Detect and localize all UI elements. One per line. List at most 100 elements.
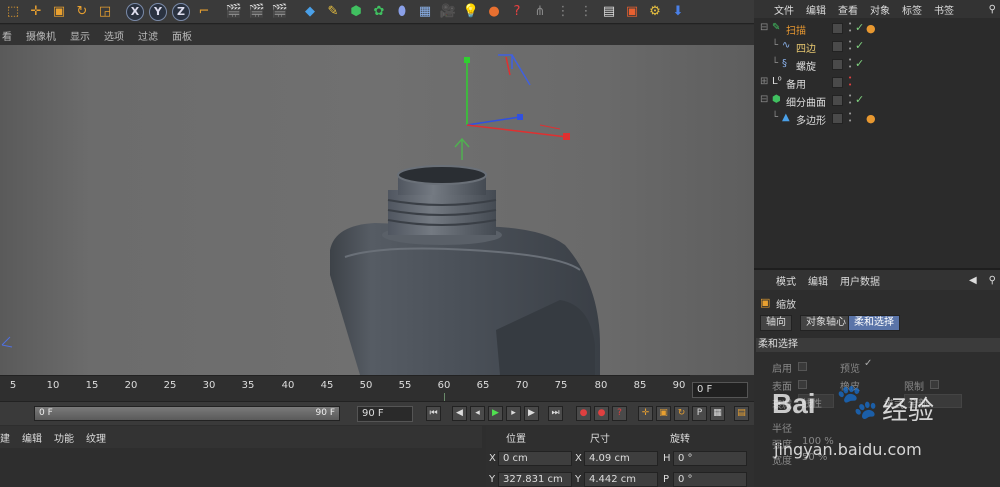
- snap-icon[interactable]: ⋔: [529, 1, 551, 23]
- enabled-check-icon[interactable]: ✓: [855, 93, 864, 106]
- menu-edit[interactable]: 编辑: [808, 273, 828, 288]
- visibility-toggle[interactable]: [832, 41, 843, 52]
- recent-icon[interactable]: ◲: [94, 1, 116, 23]
- object-row-backup[interactable]: ⊞ L⁰ 备用 • •: [754, 74, 1000, 92]
- next-frame-icon[interactable]: ▸: [506, 406, 521, 421]
- visibility-toggle[interactable]: [832, 95, 843, 106]
- key-rotation-icon[interactable]: ↻: [674, 406, 689, 421]
- menu-display[interactable]: 显示: [70, 28, 90, 43]
- move-icon[interactable]: ✛: [25, 1, 47, 23]
- render-picture-viewer-icon[interactable]: 🎬: [246, 1, 268, 23]
- go-to-end-icon[interactable]: ⏭: [548, 406, 563, 421]
- help-icon[interactable]: ?: [506, 1, 528, 23]
- menu-user-data[interactable]: 用户数据: [840, 273, 880, 288]
- workplane-icon[interactable]: ⋮: [552, 1, 574, 23]
- 3d-viewport[interactable]: [0, 45, 754, 375]
- light-icon[interactable]: 💡: [460, 1, 482, 23]
- menu-tags[interactable]: 标签: [902, 2, 922, 17]
- tab-object-axis[interactable]: 对象轴心: [800, 315, 852, 331]
- menu-texture[interactable]: 纹理: [86, 430, 106, 445]
- preview-check-icon[interactable]: ✓: [864, 358, 872, 369]
- back-arrow-icon[interactable]: ◀: [969, 275, 977, 286]
- prev-key-icon[interactable]: ◀: [452, 406, 467, 421]
- y-axis-icon[interactable]: Y: [147, 1, 169, 23]
- floor-icon[interactable]: ▦: [414, 1, 436, 23]
- timeline-menu-icon[interactable]: ▤: [734, 406, 749, 421]
- render-region-icon[interactable]: ▤: [598, 1, 620, 23]
- menu-create[interactable]: 建: [0, 430, 10, 445]
- camera-icon[interactable]: 🎥: [437, 1, 459, 23]
- tab-axis[interactable]: 轴向: [760, 315, 792, 331]
- tag-icon[interactable]: ●: [866, 112, 876, 125]
- object-row-subdivision[interactable]: ⊟ ⬢ 细分曲面 • • ✓: [754, 92, 1000, 110]
- x-axis-icon[interactable]: X: [124, 1, 146, 23]
- object-row-helix[interactable]: └ § 螺旋 • • ✓: [754, 56, 1000, 74]
- material-icon[interactable]: ●: [483, 1, 505, 23]
- pen-icon[interactable]: ✎: [322, 1, 344, 23]
- visibility-toggle[interactable]: [832, 77, 843, 88]
- end-frame-field[interactable]: 90 F: [357, 406, 413, 422]
- menu-camera[interactable]: 摄像机: [26, 28, 56, 43]
- coord-system-icon[interactable]: ⌐: [193, 1, 215, 23]
- subdivision-icon[interactable]: ⬢: [345, 1, 367, 23]
- search-icon[interactable]: ⚲: [989, 275, 996, 286]
- grid-icon[interactable]: ⋮: [575, 1, 597, 23]
- search-icon[interactable]: ⚲: [989, 4, 996, 15]
- play-icon[interactable]: ▶: [488, 406, 503, 421]
- enabled-check-icon[interactable]: ✓: [855, 57, 864, 70]
- menu-function[interactable]: 功能: [54, 430, 74, 445]
- menu-view[interactable]: 查看: [838, 2, 858, 17]
- menu-bookmarks[interactable]: 书签: [934, 2, 954, 17]
- script-icon[interactable]: ⚙: [644, 1, 666, 23]
- size-y-field[interactable]: 4.442 cm: [584, 472, 658, 487]
- menu-panel[interactable]: 面板: [172, 28, 192, 43]
- visibility-toggle[interactable]: [832, 23, 843, 34]
- scale-icon[interactable]: ▣: [48, 1, 70, 23]
- menu-view[interactable]: 看: [2, 28, 12, 43]
- rotate-icon[interactable]: ↻: [71, 1, 93, 23]
- render-view-icon[interactable]: 🎬: [223, 1, 245, 23]
- go-to-start-icon[interactable]: ⏮: [426, 406, 441, 421]
- enabled-check-icon[interactable]: ✓: [855, 21, 864, 34]
- key-position-icon[interactable]: ✛: [638, 406, 653, 421]
- record-icon[interactable]: ●: [576, 406, 591, 421]
- rot-h-field[interactable]: 0 °: [673, 451, 747, 466]
- menu-options[interactable]: 选项: [104, 28, 124, 43]
- enabled-check-icon[interactable]: ✓: [855, 39, 864, 52]
- next-key-icon[interactable]: ▶: [524, 406, 539, 421]
- visibility-toggle[interactable]: [832, 59, 843, 70]
- prev-frame-icon[interactable]: ◂: [470, 406, 485, 421]
- download-icon[interactable]: ⬇: [667, 1, 689, 23]
- autokey-icon[interactable]: ●: [594, 406, 609, 421]
- rot-p-field[interactable]: 0 °: [673, 472, 747, 487]
- menu-filter[interactable]: 过滤: [138, 28, 158, 43]
- object-row-polygon[interactable]: └ ▲ 多边形 • • ●: [754, 110, 1000, 128]
- layout-icon[interactable]: ▣: [621, 1, 643, 23]
- menu-edit[interactable]: 编辑: [22, 430, 42, 445]
- key-param-icon[interactable]: P: [692, 406, 707, 421]
- z-axis-icon[interactable]: Z: [170, 1, 192, 23]
- key-scale-icon[interactable]: ▣: [656, 406, 671, 421]
- menu-mode[interactable]: 模式: [776, 273, 796, 288]
- cube-icon[interactable]: ◆: [299, 1, 321, 23]
- enable-checkbox[interactable]: [798, 362, 807, 371]
- size-x-field[interactable]: 4.09 cm: [584, 451, 658, 466]
- timeline-ruler[interactable]: 5 10 15 20 25 30 35 40 45 50 55 60 65 70…: [0, 375, 690, 403]
- tag-icon[interactable]: ●: [866, 22, 876, 35]
- pos-x-field[interactable]: 0 cm: [498, 451, 572, 466]
- render-settings-icon[interactable]: 🎬: [269, 1, 291, 23]
- object-row-rectangle[interactable]: └ ∿ 四边 • • ✓: [754, 38, 1000, 56]
- menu-edit[interactable]: 编辑: [806, 2, 826, 17]
- pos-y-field[interactable]: 327.831 cm: [498, 472, 572, 487]
- preview-range-slider[interactable]: 0 F 90 F: [34, 406, 340, 421]
- tab-soft-selection[interactable]: 柔和选择: [848, 315, 900, 331]
- menu-file[interactable]: 文件: [774, 2, 794, 17]
- key-pla-icon[interactable]: ▦: [710, 406, 725, 421]
- generator-icon[interactable]: ✿: [368, 1, 390, 23]
- visibility-toggle[interactable]: [832, 113, 843, 124]
- select-icon[interactable]: ⬚: [2, 1, 24, 23]
- menu-object[interactable]: 对象: [870, 2, 890, 17]
- deformer-icon[interactable]: ⬮: [391, 1, 413, 23]
- current-frame-field[interactable]: 0 F: [692, 382, 748, 398]
- object-row-sweep[interactable]: ⊟ ✎ 扫描 • • ✓ ●: [754, 20, 1000, 38]
